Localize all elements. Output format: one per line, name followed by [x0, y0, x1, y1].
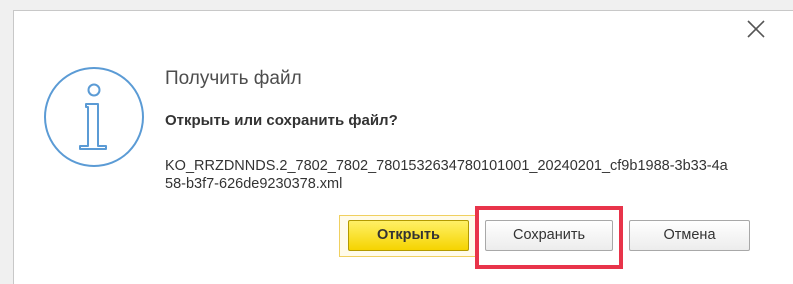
- close-icon[interactable]: [745, 18, 767, 40]
- file-name: KO_RRZDNNDS.2_7802_7802_7801532634780101…: [165, 158, 728, 192]
- open-button[interactable]: Открыть: [348, 220, 469, 251]
- cancel-button[interactable]: Отмена: [629, 220, 750, 251]
- dialog-question: Открыть или сохранить файл?: [165, 112, 398, 129]
- save-button[interactable]: Сохранить: [485, 220, 613, 251]
- info-icon: [44, 67, 144, 167]
- dialog-title: Получить файл: [165, 68, 302, 89]
